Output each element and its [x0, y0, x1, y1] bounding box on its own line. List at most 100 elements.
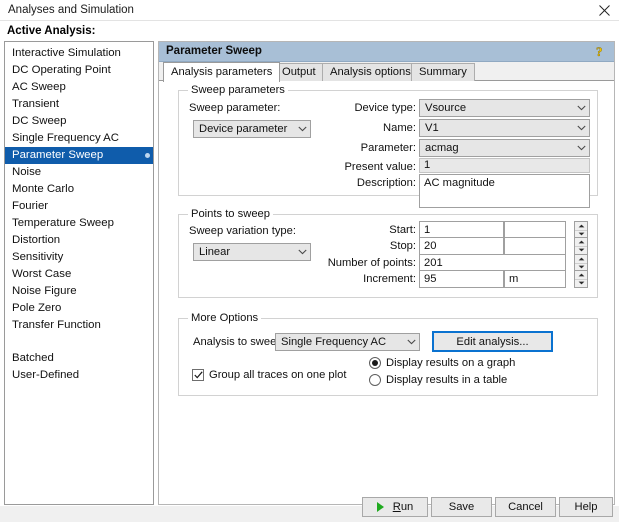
stepper-up-icon[interactable] — [575, 271, 587, 280]
points-to-sweep-group: Points to sweep Sweep variation type: Li… — [178, 208, 598, 298]
sidebar-item-label: Sensitivity — [12, 251, 64, 263]
help-button-label: Help — [574, 501, 598, 513]
sidebar-item-fourier[interactable]: Fourier — [5, 198, 153, 215]
help-question-icon[interactable]: ? — [594, 44, 609, 59]
sidebar-item-label: Batched — [12, 352, 54, 364]
sidebar-item-dc-sweep[interactable]: DC Sweep — [5, 113, 153, 130]
sweep-variation-type-value: Linear — [199, 246, 231, 258]
stop-value-field[interactable]: 20 — [419, 237, 504, 255]
edit-analysis-button-label: Edit analysis... — [456, 335, 529, 348]
sidebar-item-sensitivity[interactable]: Sensitivity — [5, 249, 153, 266]
more-options-group: More Options Analysis to sweep: Single F… — [178, 312, 598, 396]
chevron-down-icon — [573, 100, 589, 116]
stepper-down-icon[interactable] — [575, 247, 587, 255]
points-to-sweep-group-title: Points to sweep — [188, 208, 273, 220]
analysis-list[interactable]: Interactive Simulation DC Operating Poin… — [4, 41, 154, 505]
stop-unit-field[interactable] — [504, 237, 566, 255]
sidebar-item-single-frequency-ac[interactable]: Single Frequency AC — [5, 130, 153, 147]
save-button-label: Save — [448, 501, 475, 513]
tab-analysis-options[interactable]: Analysis options — [322, 63, 419, 81]
tab-output[interactable]: Output — [274, 63, 324, 81]
name-label: Name: — [383, 122, 416, 134]
increment-label: Increment: — [363, 273, 416, 285]
sidebar-item-dc-operating-point[interactable]: DC Operating Point — [5, 62, 153, 79]
name-select[interactable]: V1 — [419, 119, 590, 137]
window-titlebar: Analyses and Simulation — [0, 0, 619, 21]
sidebar-item-monte-carlo[interactable]: Monte Carlo — [5, 181, 153, 198]
parameter-value: acmag — [425, 142, 459, 154]
sidebar-item-label: Distortion — [12, 234, 61, 246]
chevron-down-icon — [573, 140, 589, 156]
description-field[interactable]: AC magnitude — [419, 174, 590, 208]
tab-label: Analysis parameters — [171, 66, 273, 78]
panel-header: Parameter Sweep ? — [159, 42, 614, 62]
chevron-down-icon — [573, 120, 589, 136]
close-icon[interactable] — [589, 0, 619, 21]
display-on-graph-radio[interactable]: Display results on a graph — [369, 357, 515, 369]
sidebar-item-worst-case[interactable]: Worst Case — [5, 266, 153, 283]
sidebar-item-label: Noise Figure — [12, 285, 77, 297]
svg-text:?: ? — [596, 44, 603, 59]
chevron-down-icon — [294, 244, 310, 260]
sidebar-item-distortion[interactable]: Distortion — [5, 232, 153, 249]
stepper-up-icon[interactable] — [575, 255, 587, 264]
sidebar-item-parameter-sweep[interactable]: Parameter Sweep — [5, 147, 153, 164]
sweep-parameters-group-title: Sweep parameters — [188, 84, 288, 96]
sidebar-item-label: Pole Zero — [12, 302, 62, 314]
save-button[interactable]: Save — [431, 497, 492, 517]
analysis-to-sweep-select[interactable]: Single Frequency AC — [275, 333, 420, 351]
stepper-up-icon[interactable] — [575, 222, 587, 231]
sidebar-item-transfer-function[interactable]: Transfer Function — [5, 317, 153, 334]
stepper-up-icon[interactable] — [575, 238, 587, 247]
run-button-label: Run — [392, 501, 414, 513]
analysis-to-sweep-label: Analysis to sweep: — [193, 336, 286, 348]
display-in-table-radio[interactable]: Display results in a table — [369, 374, 507, 386]
parameter-select[interactable]: acmag — [419, 139, 590, 157]
sweep-variation-type-select[interactable]: Linear — [193, 243, 311, 261]
present-value-label: Present value: — [344, 161, 416, 173]
sidebar-separator — [5, 334, 153, 350]
group-all-traces-checkbox[interactable]: Group all traces on one plot — [192, 369, 346, 381]
device-type-select[interactable]: Vsource — [419, 99, 590, 117]
sidebar-item-label: Fourier — [12, 200, 49, 212]
sidebar-item-user-defined[interactable]: User-Defined — [5, 367, 153, 384]
sidebar-item-label: Parameter Sweep — [12, 149, 104, 161]
sweep-parameter-select[interactable]: Device parameter — [193, 120, 311, 138]
chevron-down-icon — [294, 121, 310, 137]
chevron-down-icon — [403, 334, 419, 350]
increment-value-field[interactable]: 95 — [419, 270, 504, 288]
display-in-table-label: Display results in a table — [386, 374, 508, 386]
more-options-group-title: More Options — [188, 312, 262, 324]
help-button[interactable]: Help — [559, 497, 613, 517]
sidebar-item-interactive-simulation[interactable]: Interactive Simulation — [5, 45, 153, 62]
run-play-icon — [376, 502, 384, 512]
tab-panel-analysis-parameters: Sweep parameters Sweep parameter: Device… — [159, 81, 614, 504]
increment-unit-field[interactable]: m — [504, 270, 566, 288]
tab-summary[interactable]: Summary — [411, 63, 475, 81]
stepper-down-icon[interactable] — [575, 280, 587, 288]
cancel-button[interactable]: Cancel — [495, 497, 556, 517]
tab-label: Output — [282, 66, 316, 78]
parameter-label: Parameter: — [360, 142, 416, 154]
sidebar-item-noise[interactable]: Noise — [5, 164, 153, 181]
sidebar-item-pole-zero[interactable]: Pole Zero — [5, 300, 153, 317]
sidebar-item-noise-figure[interactable]: Noise Figure — [5, 283, 153, 300]
tab-bar: Analysis parameters Output Analysis opti… — [159, 62, 614, 82]
description-label: Description: — [356, 177, 416, 189]
sidebar-item-ac-sweep[interactable]: AC Sweep — [5, 79, 153, 96]
device-type-label: Device type: — [354, 102, 416, 114]
sidebar-item-label: AC Sweep — [12, 81, 66, 93]
sidebar-item-temperature-sweep[interactable]: Temperature Sweep — [5, 215, 153, 232]
sidebar-item-label: Noise — [12, 166, 42, 178]
sidebar-item-label: Transient — [12, 98, 60, 110]
run-button[interactable]: Run — [362, 497, 428, 517]
increment-stepper[interactable] — [574, 270, 588, 288]
start-label: Start: — [389, 224, 416, 236]
stop-stepper[interactable] — [574, 237, 588, 255]
edit-analysis-button[interactable]: Edit analysis... — [432, 331, 553, 352]
sidebar-item-transient[interactable]: Transient — [5, 96, 153, 113]
sidebar-item-label: User-Defined — [12, 369, 80, 381]
stop-label: Stop: — [389, 240, 416, 252]
sidebar-item-batched[interactable]: Batched — [5, 350, 153, 367]
tab-analysis-parameters[interactable]: Analysis parameters — [163, 62, 281, 82]
